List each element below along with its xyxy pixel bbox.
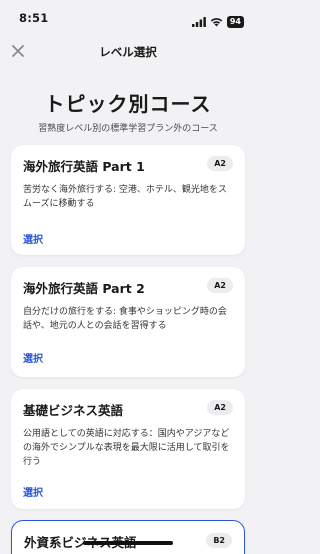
nav-title: レベル選択	[99, 45, 157, 59]
level-badge: A2	[207, 400, 233, 415]
nav-bar: レベル選択	[0, 38, 256, 68]
level-badge: A2	[207, 156, 233, 171]
select-button[interactable]: 選択	[23, 231, 43, 246]
status-icons: 94	[191, 12, 244, 31]
course-description: 苦労なく海外旅行する: 空港、ホテル、観光地をスムーズに移動する	[23, 185, 227, 209]
wifi-icon	[210, 12, 223, 31]
battery-icon: 94	[226, 15, 244, 28]
course-card[interactable]: 基礎ビジネス英語 A2 公用語としての英語に対応する：国内やアジアなどの海外でシ…	[11, 389, 245, 509]
signal-icon	[191, 12, 206, 31]
course-title: 基礎ビジネス英語	[23, 403, 124, 418]
course-card[interactable]: 海外旅行英語 Part 2 A2 自分だけの旅行をする: 食事やショッピング時の…	[11, 267, 245, 377]
level-badge: A2	[207, 278, 233, 293]
select-button[interactable]: 選択	[23, 484, 43, 499]
page-subtitle: 習熟度レベル別の標準学習プラン外のコース	[38, 124, 218, 134]
level-badge: B2	[206, 533, 232, 548]
course-title: 海外旅行英語 Part 2	[23, 281, 145, 296]
select-button[interactable]: 選択	[23, 350, 43, 365]
status-time: 8:51	[19, 11, 49, 25]
page-title: トピック別コース	[44, 92, 212, 116]
status-bar: 8:51 94	[0, 0, 256, 38]
course-card-selected[interactable]: 外資系ビジネス英語 B2	[11, 520, 245, 554]
course-description: 自分だけの旅行をする: 食事やショッピング時の会話や、地元の人との会話を習得する	[23, 307, 227, 331]
home-indicator	[83, 541, 173, 545]
course-title: 海外旅行英語 Part 1	[23, 159, 145, 174]
course-card[interactable]: 海外旅行英語 Part 1 A2 苦労なく海外旅行する: 空港、ホテル、観光地を…	[11, 145, 245, 255]
screen: 8:51 94 レベル選択 トピック別コース 習熟度レベル別の標準学習プラン外の…	[0, 0, 256, 554]
course-description: 公用語としての英語に対応する：国内やアジアなどの海外でシンプルな表現を最大限に活…	[23, 429, 230, 467]
